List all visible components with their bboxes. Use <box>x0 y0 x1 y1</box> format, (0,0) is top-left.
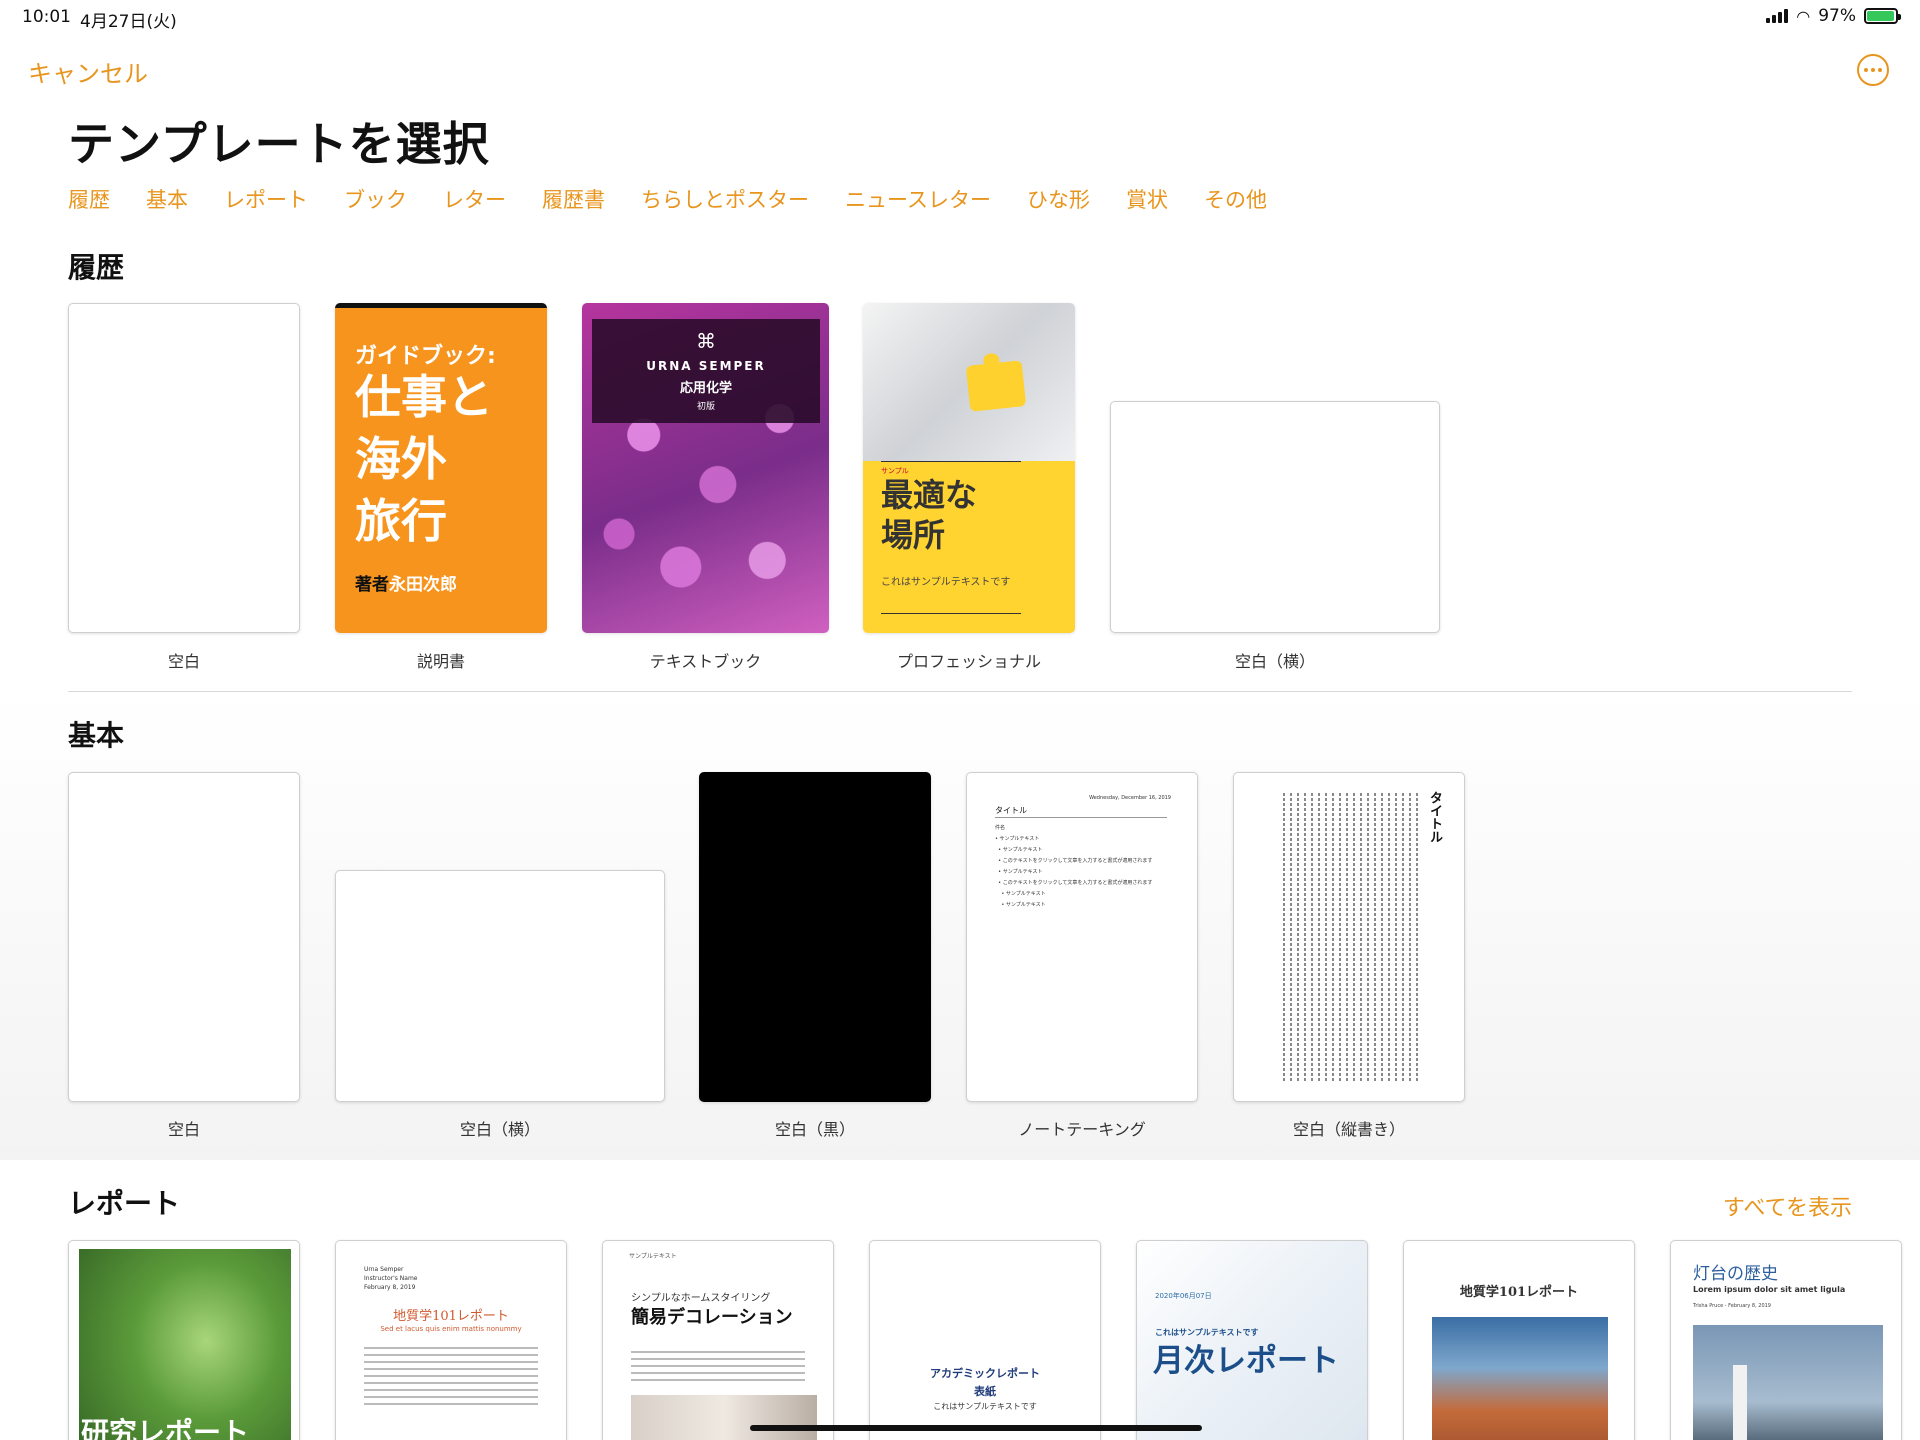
cover-subtitle: 表紙 <box>974 1385 996 1398</box>
template-caption: 空白（横） <box>459 1120 540 1139</box>
template-academic-report[interactable]: アカデミックレポート 表紙 これはサンプルテキストです <box>869 1240 1101 1440</box>
section-title-recent: 履歴 <box>68 251 125 284</box>
template-simple-decoration[interactable]: サンプルテキスト シンプルなホームスタイリング 簡易デコレーション <box>602 1240 834 1440</box>
home-indicator[interactable] <box>750 1425 1202 1431</box>
cover-title: 灯台の歴史 <box>1693 1264 1778 1284</box>
status-bar: 10:01 4月27日(火) ◠ 97% <box>0 0 1920 34</box>
tab-basic[interactable]: 基本 <box>146 184 188 214</box>
author-block: Urna Semper Instructor's Name February 8… <box>364 1266 418 1291</box>
tab-flyers-posters[interactable]: ちらしとポスター <box>641 184 809 214</box>
cover-subtitle: Lorem ipsum dolor sit amet ligula <box>1693 1285 1846 1294</box>
note-title: タイトル <box>995 806 1027 815</box>
battery-icon <box>1864 8 1901 24</box>
interior-image <box>631 1395 817 1440</box>
template-geology-report[interactable]: Urna Semper Instructor's Name February 8… <box>335 1240 567 1440</box>
cover-title: 地質学101レポート <box>1459 1285 1579 1300</box>
template-blank[interactable] <box>68 303 300 633</box>
cover-title: 簡易デコレーション <box>631 1307 793 1328</box>
signal-icon <box>1766 9 1789 23</box>
template-blank-landscape[interactable] <box>335 870 665 1102</box>
template-caption: ノートテーキング <box>1018 1120 1146 1139</box>
tab-reports[interactable]: レポート <box>224 184 308 214</box>
cover-title: アカデミックレポート <box>930 1367 1040 1380</box>
template-research-report[interactable]: 研究レポート <box>68 1240 300 1440</box>
cover-title-box: ⌘ URNA SEMPER 応用化学 初版 <box>592 319 820 423</box>
section-title-basic: 基本 <box>68 719 125 752</box>
cover-title: 地質学101レポート <box>393 1309 509 1324</box>
category-tabs: 履歴 基本 レポート ブック レター 履歴書 ちらしとポスター ニュースレター … <box>68 184 1267 214</box>
cover-title: 研究レポート <box>81 1416 250 1440</box>
template-monthly-report[interactable]: 2020年06月07日 これはサンプルテキストです 月次レポート <box>1136 1240 1368 1440</box>
cover-headline: 最適な 場所 <box>881 476 978 554</box>
vertical-title: タイトル <box>1427 791 1442 843</box>
tab-stationery[interactable]: ひな形 <box>1027 184 1090 214</box>
vertical-text-lines <box>1258 793 1418 1083</box>
battery-percent: 97% <box>1818 6 1856 26</box>
section-divider <box>68 691 1852 692</box>
cover-tag: サンプルテキスト <box>629 1253 677 1260</box>
ellipsis-circle-icon[interactable] <box>1857 54 1889 86</box>
status-time: 10:01 <box>22 7 71 27</box>
tab-other[interactable]: その他 <box>1204 184 1267 214</box>
tab-recent[interactable]: 履歴 <box>68 184 110 214</box>
template-caption: プロフェッショナル <box>896 652 1041 671</box>
divider <box>995 817 1167 818</box>
body-text <box>364 1347 538 1405</box>
note-body: 件名 • サンプルテキスト • サンプルテキスト • このテキストをクリックして… <box>995 825 1153 908</box>
canyon-image <box>1432 1317 1608 1440</box>
status-right: ◠ 97% <box>1766 6 1901 26</box>
tab-resumes[interactable]: 履歴書 <box>542 184 605 214</box>
tab-books[interactable]: ブック <box>344 184 407 214</box>
page-title: テンプレートを選択 <box>68 117 490 171</box>
body-text <box>631 1351 805 1381</box>
template-caption: 空白 <box>167 652 200 671</box>
lighthouse-image <box>1693 1325 1883 1440</box>
tab-letters[interactable]: レター <box>443 184 506 214</box>
template-blank-black[interactable] <box>699 772 931 1102</box>
template-blank-landscape[interactable] <box>1110 401 1440 633</box>
cover-author: 著者永田次郎 <box>355 575 457 595</box>
template-caption: 説明書 <box>416 652 465 671</box>
cover-date: Trisha Pruce - February 8, 2019 <box>1693 1303 1771 1309</box>
cancel-button[interactable]: キャンセル <box>28 54 148 89</box>
wifi-icon: ◠ <box>1796 6 1811 26</box>
template-blank[interactable] <box>68 772 300 1102</box>
template-caption: 空白（縦書き） <box>1292 1120 1405 1139</box>
template-note-taking[interactable]: Wednesday, December 16, 2019 タイトル 件名 • サ… <box>966 772 1198 1102</box>
template-geology-report-photo[interactable]: 地質学101レポート <box>1403 1240 1635 1440</box>
cover-subtitle: 応用化学 <box>679 381 732 396</box>
molecule-icon: ⌘ <box>696 329 716 353</box>
template-caption: テキストブック <box>649 652 762 671</box>
template-caption: 空白（横） <box>1234 652 1315 671</box>
tab-certificates[interactable]: 賞状 <box>1126 184 1168 214</box>
template-caption: 空白 <box>167 1120 200 1139</box>
template-professional[interactable]: サンプル 最適な 場所 これはサンプルテキストです <box>863 303 1075 633</box>
template-textbook[interactable]: ⌘ URNA SEMPER 応用化学 初版 <box>582 303 829 633</box>
template-guide-book[interactable]: ガイドブック: 仕事と 海外 旅行 著者永田次郎 <box>335 303 547 633</box>
status-date: 4月27日(火) <box>80 12 177 32</box>
template-blank-vertical[interactable]: タイトル <box>1233 772 1465 1102</box>
cover-headline: 仕事と 海外 旅行 <box>355 370 493 548</box>
divider <box>881 461 1021 462</box>
note-date: Wednesday, December 16, 2019 <box>1089 795 1171 801</box>
puzzle-image <box>863 303 1075 461</box>
cover-subtitle: シンプルなホームスタイリング <box>631 1293 771 1304</box>
divider <box>881 613 1021 614</box>
cover-subtitle: これはサンプルテキストです <box>881 577 1011 588</box>
cover-title: URNA SEMPER <box>646 359 766 373</box>
section-title-reports: レポート <box>68 1187 181 1220</box>
tab-newsletters[interactable]: ニュースレター <box>845 184 991 214</box>
show-all-link[interactable]: すべてを表示 <box>1723 1190 1852 1222</box>
cover-edition: 初版 <box>696 402 715 412</box>
cover-date: 2020年06月07日 <box>1155 1292 1212 1300</box>
cover-subtitle: Sed et lacus quis enim mattis nonummy <box>380 1325 522 1333</box>
cover-note: これはサンプルテキストです <box>933 1402 1037 1411</box>
cover-title: 月次レポート <box>1153 1343 1339 1379</box>
template-caption: 空白（黒） <box>774 1120 855 1139</box>
template-lighthouse-history[interactable]: 灯台の歴史 Lorem ipsum dolor sit amet ligula … <box>1670 1240 1902 1440</box>
